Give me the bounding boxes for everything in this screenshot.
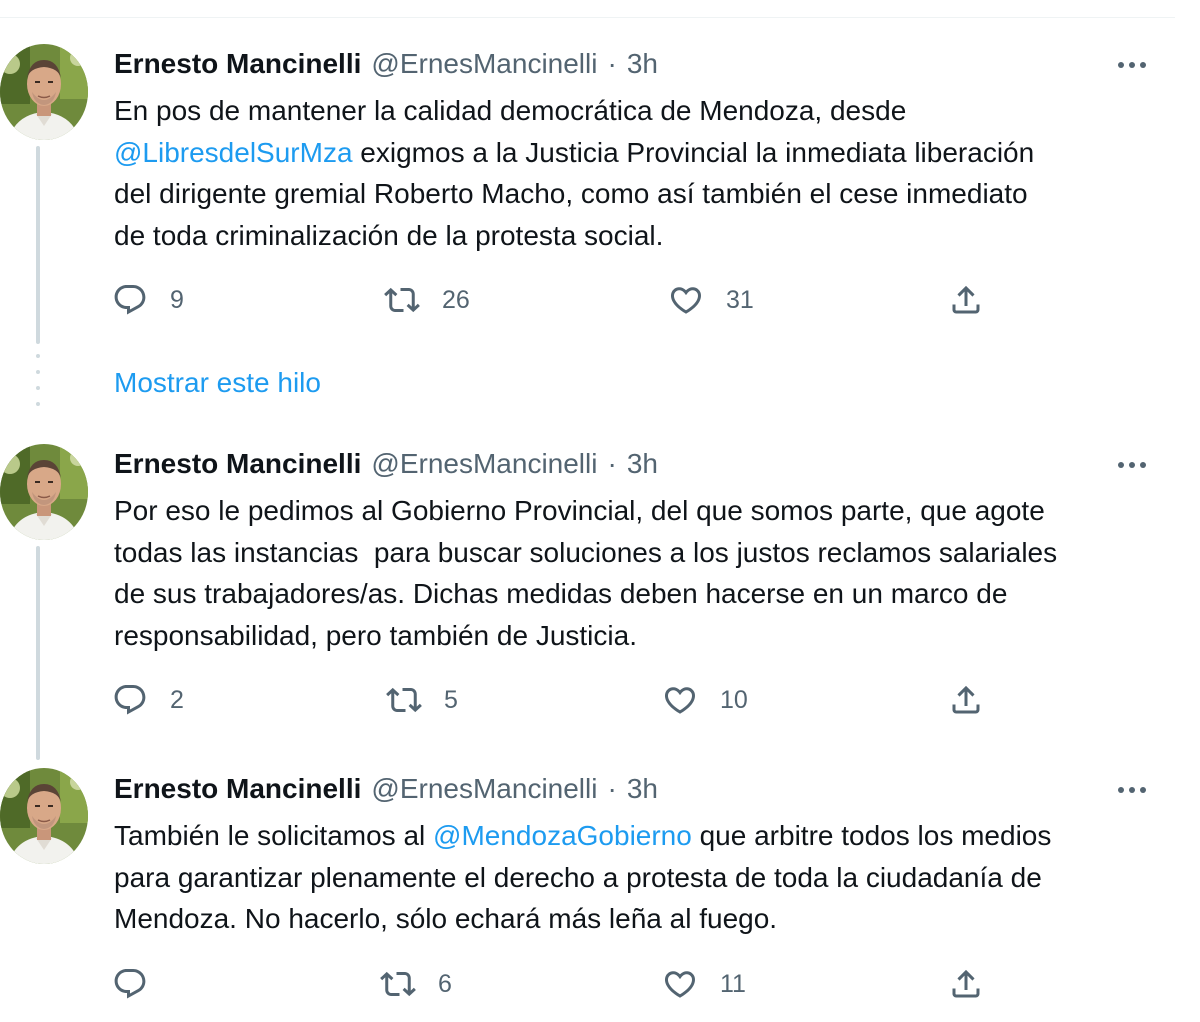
- author-name[interactable]: Ernesto Mancinelli: [114, 772, 361, 806]
- share-button[interactable]: [948, 680, 984, 720]
- retweet-count: 6: [438, 970, 452, 998]
- reply-icon: [112, 966, 148, 1002]
- avatar[interactable]: [0, 44, 88, 140]
- thread-connector-dot: [36, 370, 40, 374]
- retweet-count: 26: [442, 286, 470, 314]
- like-button[interactable]: 10: [662, 680, 748, 720]
- retweet-count: 5: [444, 686, 458, 714]
- thread-connector-dot: [36, 402, 40, 406]
- like-count: 11: [720, 970, 746, 998]
- more-icon[interactable]: [1112, 448, 1152, 482]
- retweet-icon: [386, 682, 422, 718]
- author-name[interactable]: Ernesto Mancinelli: [114, 447, 361, 481]
- heart-icon: [668, 282, 704, 318]
- tweet-text-segment: exigmos a la Justicia Provincial la inme…: [352, 136, 1035, 168]
- tweet-text-line: de sus trabajadores/as. Dichas medidas d…: [114, 578, 1008, 609]
- heart-icon: [662, 966, 698, 1002]
- tweet-thread: Ernesto Mancinelli @ErnesMancinelli · 3h…: [0, 0, 1200, 1022]
- tweet-text-line: para garantizar plenamente el derecho a …: [114, 861, 1042, 893]
- mention-link[interactable]: @MendozaGobierno: [433, 820, 692, 851]
- heart-icon: [662, 682, 698, 718]
- share-icon: [948, 282, 984, 318]
- top-divider: [0, 0, 1175, 18]
- avatar-image: [0, 444, 88, 540]
- avatar[interactable]: [0, 444, 88, 540]
- avatar-image: [0, 768, 88, 864]
- tweet-header: Ernesto Mancinelli @ErnesMancinelli · 3h: [114, 447, 658, 481]
- tweet-text: Por eso le pedimos al Gobierno Provincia…: [114, 490, 1174, 656]
- reply-icon: [112, 682, 148, 718]
- share-icon: [948, 682, 984, 718]
- author-handle[interactable]: @ErnesMancinelli: [371, 447, 597, 481]
- tweet-actions: 2 5 10: [0, 680, 1200, 720]
- like-count: 10: [720, 686, 748, 714]
- thread-connector-line: [36, 546, 40, 760]
- tweet-text-segment: que arbitre todos los medios: [691, 820, 1052, 851]
- reply-count: 9: [170, 286, 184, 314]
- tweet-text-line: @LibresdelSurMza exigmos a la Justicia P…: [114, 132, 1174, 174]
- more-icon[interactable]: [1112, 48, 1152, 82]
- retweet-button[interactable]: 6: [380, 964, 452, 1004]
- reply-button[interactable]: [112, 964, 170, 1004]
- reply-button[interactable]: 9: [112, 280, 184, 320]
- tweet-text-line: Por eso le pedimos al Gobierno Provincia…: [114, 495, 1045, 526]
- tweet-actions: 9 26 31: [0, 280, 1200, 320]
- author-handle[interactable]: @ErnesMancinelli: [371, 772, 597, 806]
- like-button[interactable]: 31: [668, 280, 754, 320]
- tweet-timestamp[interactable]: 3h: [627, 447, 658, 481]
- tweet-text-line: todas las instancias para buscar solucio…: [114, 536, 1058, 568]
- tweet-text: En pos de mantener la calidad democrátic…: [114, 90, 1174, 256]
- tweet-text-segment: También le solicitamos al: [114, 820, 434, 851]
- author-name[interactable]: Ernesto Mancinelli: [114, 47, 361, 81]
- tweet-text: También le solicitamos al @MendozaGobier…: [114, 815, 1174, 940]
- tweet-text-line: En pos de mantener la calidad democrátic…: [114, 95, 907, 126]
- tweet-text-line: responsabilidad, pero también de Justici…: [114, 619, 637, 651]
- avatar-image: [0, 44, 88, 140]
- tweet-text-line: de toda criminalización de la protesta s…: [114, 219, 664, 251]
- retweet-button[interactable]: 26: [384, 280, 470, 320]
- mention-link[interactable]: @LibresdelSurMza: [114, 137, 353, 168]
- reply-icon: [112, 282, 148, 318]
- show-thread-link[interactable]: Mostrar este hilo: [114, 366, 321, 400]
- like-count: 31: [726, 286, 754, 314]
- tweet-text-line: del dirigente gremial Roberto Macho, com…: [114, 178, 1028, 209]
- tweet-timestamp[interactable]: 3h: [627, 772, 658, 806]
- share-button[interactable]: [948, 964, 984, 1004]
- header-separator: ·: [607, 773, 617, 804]
- reply-button[interactable]: 2: [112, 680, 184, 720]
- tweet-text-line: También le solicitamos al @MendozaGobier…: [114, 815, 1174, 857]
- thread-connector-dot: [36, 386, 40, 390]
- more-icon[interactable]: [1112, 773, 1152, 807]
- reply-count: 2: [170, 686, 184, 714]
- avatar[interactable]: [0, 768, 88, 864]
- retweet-button[interactable]: 5: [386, 680, 458, 720]
- tweet-actions: 6 11: [0, 964, 1200, 1004]
- share-button[interactable]: [948, 280, 984, 320]
- like-button[interactable]: 11: [662, 964, 746, 1004]
- retweet-icon: [380, 966, 416, 1002]
- tweet-timestamp[interactable]: 3h: [627, 47, 658, 81]
- thread-connector-dot: [36, 354, 40, 358]
- retweet-icon: [384, 282, 420, 318]
- tweet-header: Ernesto Mancinelli @ErnesMancinelli · 3h: [114, 772, 658, 806]
- tweet-header: Ernesto Mancinelli @ErnesMancinelli · 3h: [114, 47, 658, 81]
- header-separator: ·: [607, 448, 617, 479]
- header-separator: ·: [607, 48, 617, 79]
- share-icon: [948, 966, 984, 1002]
- author-handle[interactable]: @ErnesMancinelli: [371, 47, 597, 81]
- tweet-text-line: Mendoza. No hacerlo, sólo echará más leñ…: [114, 903, 778, 934]
